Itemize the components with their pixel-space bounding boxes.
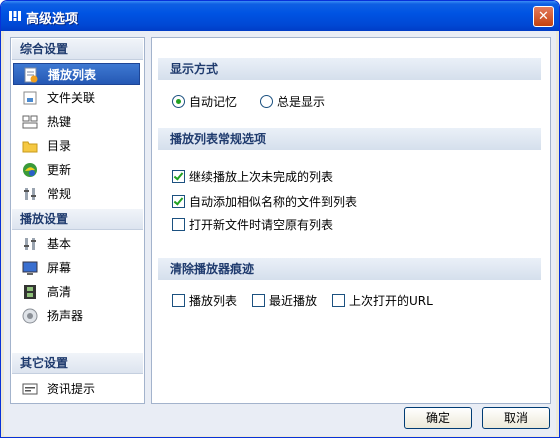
app-icon: [9, 11, 21, 21]
checkbox[interactable]: [172, 294, 185, 307]
info-tip-icon: [22, 383, 38, 395]
update-icon: [23, 163, 37, 177]
group-playlist-options-title: 播放列表常规选项: [158, 128, 541, 150]
sidebar-item-screen[interactable]: 屏幕: [13, 257, 140, 279]
section-header-general: 综合设置: [12, 39, 143, 60]
cancel-button[interactable]: 取消: [482, 407, 550, 429]
screen-icon: [22, 261, 38, 275]
sidebar-item-speaker[interactable]: 扬声器: [13, 305, 140, 327]
title-bar[interactable]: 高级选项 ✕: [1, 1, 559, 31]
ok-button[interactable]: 确定: [404, 407, 472, 429]
group-clear-traces-title: 清除播放器痕迹: [158, 258, 541, 280]
window-title: 高级选项: [26, 12, 79, 27]
hotkey-icon: [22, 115, 38, 129]
section-header-playback: 播放设置: [12, 209, 143, 230]
sidebar-item-playlist[interactable]: 播放列表: [13, 63, 140, 85]
group-display-mode-title: 显示方式: [158, 58, 541, 80]
checkbox-auto-add-similar[interactable]: 自动添加相似名称的文件到列表: [172, 194, 357, 210]
hd-film-icon: [24, 285, 36, 299]
settings-panel: 显示方式 自动记忆 总是显示 播放列表常规选项 继续播放上次未完成的列表 自动添…: [151, 37, 551, 404]
checkbox-clear-recent[interactable]: 最近播放: [252, 293, 317, 309]
checkbox-label: 继续播放上次未完成的列表: [189, 170, 334, 184]
checkbox-label: 最近播放: [269, 294, 318, 308]
sidebar-item-label: 文件关联: [47, 91, 96, 105]
checkbox[interactable]: [252, 294, 265, 307]
sidebar-item-basic[interactable]: 基本: [13, 233, 140, 255]
sidebar-item-hotkey[interactable]: 热键: [13, 111, 140, 133]
sidebar-item-label: 播放列表: [48, 68, 97, 82]
speaker-icon: [22, 308, 38, 324]
sidebar-item-label: 资讯提示: [47, 382, 96, 396]
checkbox-clear-playlist[interactable]: 播放列表: [172, 293, 237, 309]
sidebar-item-general[interactable]: 常规: [13, 183, 140, 205]
checkbox-clear-on-open[interactable]: 打开新文件时请空原有列表: [172, 217, 333, 233]
sidebar-item-update[interactable]: 更新: [13, 159, 140, 181]
general-icon: [24, 188, 36, 200]
sidebar-item-label: 更新: [47, 163, 72, 177]
radio-button[interactable]: [260, 95, 273, 108]
checkbox[interactable]: [172, 218, 185, 231]
close-button[interactable]: ✕: [533, 6, 554, 27]
folder-icon: [22, 141, 38, 153]
radio-auto-remember[interactable]: 自动记忆: [172, 94, 237, 110]
radio-label: 总是显示: [277, 95, 326, 109]
section-header-other: 其它设置: [12, 353, 143, 374]
checkbox[interactable]: [172, 195, 185, 208]
radio-label: 自动记忆: [189, 95, 238, 109]
checkbox[interactable]: [172, 170, 185, 183]
sidebar-item-hd[interactable]: 高清: [13, 281, 140, 303]
sidebar-item-directory[interactable]: 目录: [13, 135, 140, 157]
sidebar-item-label: 高清: [47, 285, 72, 299]
checkbox-continue-playlist[interactable]: 继续播放上次未完成的列表: [172, 169, 333, 185]
settings-sidebar: 综合设置 播放列表 文件关联 热键 目录 更新 常规 播放设置 基本 屏幕 高清…: [10, 37, 145, 404]
checkbox-label: 播放列表: [189, 294, 238, 308]
checkbox-label: 上次打开的URL: [349, 294, 433, 308]
radio-button[interactable]: [172, 95, 185, 108]
checkbox[interactable]: [332, 294, 345, 307]
radio-always-show[interactable]: 总是显示: [260, 94, 325, 110]
sidebar-item-label: 基本: [47, 237, 72, 251]
sidebar-item-label: 热键: [47, 115, 72, 129]
dialog-body: 综合设置 播放列表 文件关联 热键 目录 更新 常规 播放设置 基本 屏幕 高清…: [4, 31, 556, 436]
sidebar-item-label: 屏幕: [47, 261, 72, 275]
playlist-icon: [24, 67, 38, 83]
checkbox-label: 打开新文件时请空原有列表: [189, 218, 334, 232]
sidebar-item-info-tip[interactable]: 资讯提示: [13, 378, 140, 400]
sidebar-item-label: 常规: [47, 187, 72, 201]
checkbox-label: 自动添加相似名称的文件到列表: [189, 195, 358, 209]
basic-icon: [24, 238, 36, 250]
dialog-window: 高级选项 ✕ 综合设置 播放列表 文件关联 热键 目录 更新 常规 播放设置 基…: [0, 0, 560, 438]
close-icon: ✕: [538, 9, 549, 24]
sidebar-item-label: 扬声器: [47, 309, 84, 323]
file-association-icon: [23, 91, 37, 105]
sidebar-item-label: 目录: [47, 139, 72, 153]
checkbox-clear-last-url[interactable]: 上次打开的URL: [332, 293, 433, 309]
sidebar-item-file-association[interactable]: 文件关联: [13, 87, 140, 109]
